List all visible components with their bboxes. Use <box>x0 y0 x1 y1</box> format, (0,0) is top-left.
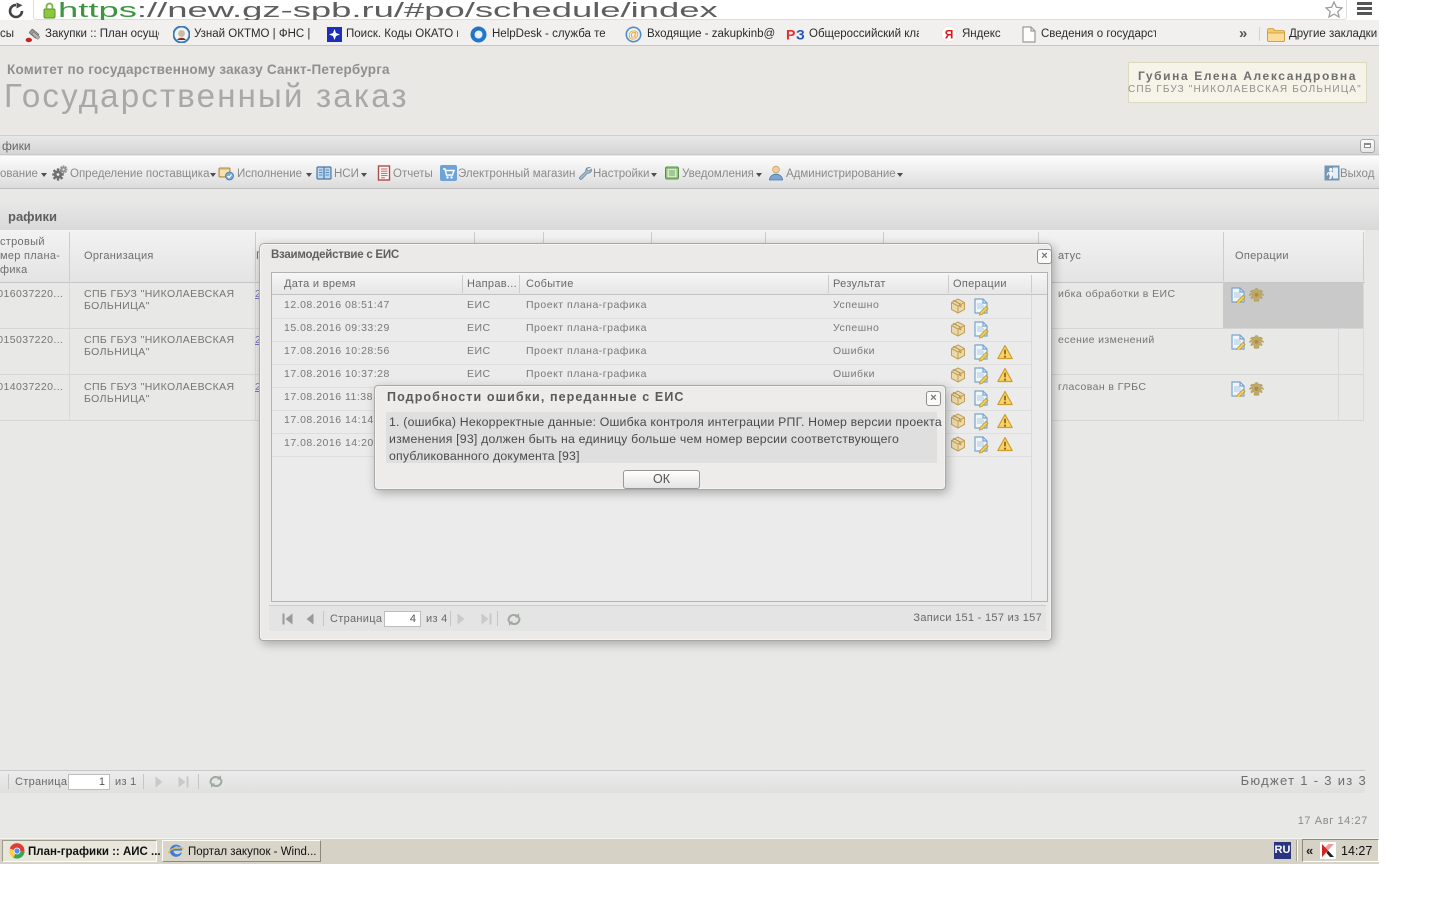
svg-text:@: @ <box>628 29 639 41</box>
svg-text:Я: Я <box>945 27 954 41</box>
svg-text:З: З <box>796 27 805 42</box>
svg-text:Р: Р <box>786 27 795 42</box>
